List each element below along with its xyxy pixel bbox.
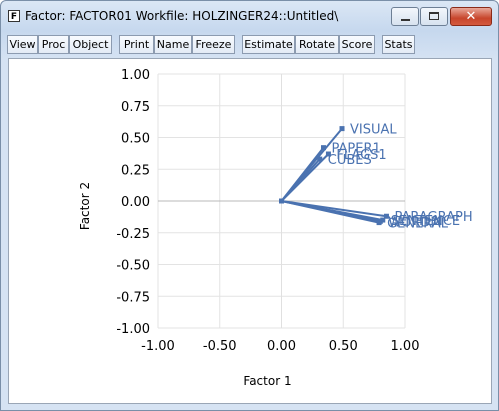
x-tick-label: -1.00	[141, 339, 175, 354]
close-button[interactable]: ✕	[450, 7, 492, 26]
x-tick-label: -0.50	[203, 339, 237, 354]
view-button[interactable]: View	[7, 35, 38, 54]
object-button[interactable]: Object	[69, 35, 112, 54]
window-title: Factor: FACTOR01 Workfile: HOLZINGER24::…	[25, 9, 339, 23]
loading-point	[339, 126, 345, 132]
y-tick-label: -0.25	[116, 227, 150, 242]
estimate-button[interactable]: Estimate	[242, 35, 295, 54]
factor-loadings-chart: 1.00 0.75 0.50 0.25 0.00 -0.25 -0.50 -0.75 -1.00…	[78, 68, 473, 388]
title-bar[interactable]: F Factor: FACTOR01 Workfile: HOLZINGER24…	[1, 1, 498, 31]
y-tick-label: 0.50	[121, 132, 150, 147]
x-tick-label: 0.50	[329, 339, 358, 354]
y-tick-label: 0.25	[121, 163, 150, 178]
score-button[interactable]: Score	[339, 35, 375, 54]
y-tick-label: 1.00	[121, 68, 150, 83]
loading-point	[317, 156, 323, 162]
y-tick-label: -0.50	[116, 259, 150, 274]
close-icon: ✕	[465, 9, 477, 24]
y-tick-label: 0.00	[121, 195, 150, 210]
loading-ray	[281, 200, 380, 224]
point-label: GENERAL	[387, 217, 449, 232]
x-tick-label: 0.00	[267, 339, 296, 354]
stats-button[interactable]: Stats	[382, 35, 415, 54]
rotate-button[interactable]: Rotate	[295, 35, 339, 54]
origin-marker	[279, 198, 284, 204]
loading-point	[376, 220, 382, 226]
loading-point	[320, 145, 326, 151]
y-axis-label: Factor 2	[78, 182, 92, 230]
graph-view: 1.00 0.75 0.50 0.25 0.00 -0.25 -0.50 -0.75 -1.00…	[8, 58, 492, 404]
x-axis-label: Factor 1	[243, 374, 291, 388]
y-tick-label: 0.75	[121, 100, 150, 115]
freeze-button[interactable]: Freeze	[192, 35, 235, 54]
name-button[interactable]: Name	[154, 35, 192, 54]
y-tick-label: -1.00	[116, 322, 150, 337]
maximize-icon	[429, 12, 439, 20]
print-button[interactable]: Print	[119, 35, 154, 54]
toolbar: View Proc Object Print Name Freeze Estim…	[7, 35, 493, 55]
minimize-icon	[401, 19, 410, 21]
y-tick-label: -0.75	[116, 290, 150, 305]
minimize-button[interactable]	[391, 7, 419, 26]
loading-ray	[280, 158, 321, 202]
proc-button[interactable]: Proc	[38, 35, 69, 54]
maximize-button[interactable]	[420, 7, 448, 26]
x-tick-label: 1.00	[391, 339, 420, 354]
factor-window: F Factor: FACTOR01 Workfile: HOLZINGER24…	[0, 0, 499, 411]
eviews-factor-icon[interactable]: F	[8, 10, 20, 22]
point-label: VISUAL	[350, 123, 397, 138]
point-label: CUBES	[328, 153, 372, 168]
